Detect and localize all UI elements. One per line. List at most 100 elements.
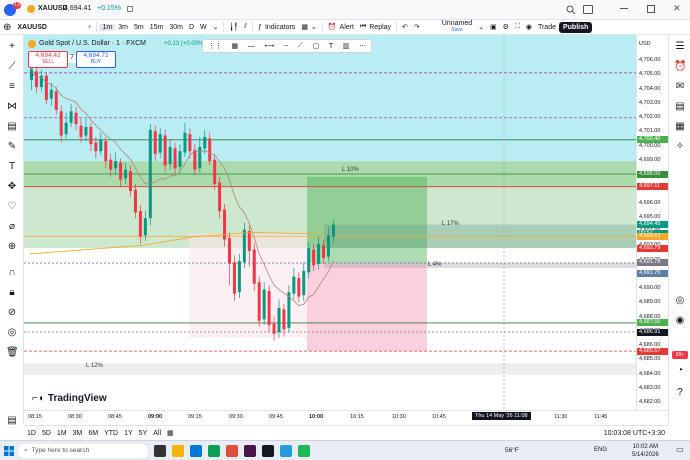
templates-dropdown-icon[interactable]: ⌄	[308, 23, 320, 31]
ideas-icon[interactable]: ✧	[674, 141, 686, 153]
minimize-icon[interactable]	[620, 8, 628, 9]
text-icon[interactable]: T	[6, 161, 18, 173]
eye-icon[interactable]: ◎	[6, 327, 18, 339]
chart-pane[interactable]: Gold Spot / U.S. Dollar · 1 · FXCM +0.13…	[24, 35, 636, 410]
tradingview-taskbar-icon[interactable]	[262, 444, 274, 457]
object-tree-icon[interactable]: ▤	[6, 415, 18, 427]
timeframe-dropdown-icon[interactable]: ⌄	[210, 23, 222, 31]
watchlist-icon[interactable]: ☰	[674, 41, 686, 53]
camera-icon[interactable]: ◉	[523, 23, 535, 31]
window-icon[interactable]	[583, 5, 593, 14]
replay-button[interactable]: Replay	[366, 24, 394, 31]
taskbar-clock[interactable]: 10:02 AM 5/14/2026	[632, 443, 659, 459]
chat-icon[interactable]: ✉	[674, 81, 686, 93]
lock-icon[interactable]: 🔒︎	[6, 287, 18, 299]
collapse-legend-icon[interactable]: ⌄	[30, 71, 35, 78]
range-1y[interactable]: 1Y	[121, 430, 136, 437]
undo-icon[interactable]: ↶	[399, 23, 411, 31]
notification-center-icon[interactable]: ▭	[676, 445, 686, 456]
goto-date-icon[interactable]: ▦	[164, 429, 177, 437]
publish-button[interactable]: Publish	[558, 21, 593, 33]
chart-title[interactable]: Gold Spot / U.S. Dollar · 1 · FXCM	[39, 40, 146, 47]
taskbar-search[interactable]: ⌕ Type here to search	[18, 443, 148, 458]
rect-select-icon[interactable]: ▢	[313, 42, 320, 50]
compare-icon[interactable]: ⫽	[241, 23, 250, 31]
search-icon[interactable]	[565, 4, 577, 15]
help-icon[interactable]: ?	[674, 387, 686, 399]
target-icon[interactable]: ◎	[674, 295, 686, 307]
time-axis[interactable]: 08:15 08:30 08:45 09:00 09:15 09:30 09:45 10:00…	[24, 410, 668, 425]
trade-button[interactable]: Trade	[535, 24, 559, 31]
trendline-icon[interactable]: ⟋	[6, 61, 18, 73]
windows-start-icon[interactable]	[4, 446, 14, 456]
candles-icon[interactable]: ╽╿	[226, 23, 240, 31]
session-clock[interactable]: 10:03:08 UTC+3:30	[601, 430, 668, 437]
hotlist-icon[interactable]: ◉	[674, 315, 686, 327]
template-icon[interactable]: ▦	[231, 42, 238, 50]
range-3m[interactable]: 3M	[70, 430, 86, 437]
range-1d[interactable]: 1D	[24, 430, 39, 437]
app-icon-3[interactable]	[298, 444, 310, 457]
arrow-line-icon[interactable]: ⟷	[264, 42, 274, 50]
fib-icon[interactable]: ≡	[6, 81, 18, 93]
range-all[interactable]: All	[150, 430, 164, 437]
line-tool-icon[interactable]: —	[248, 43, 255, 50]
trash-icon[interactable]: 🗑︎	[6, 347, 19, 359]
layout-dropdown-icon[interactable]: ⌄	[475, 23, 487, 31]
settings-icon[interactable]: ⚙	[500, 23, 512, 31]
magnet-icon[interactable]: ∩	[6, 267, 18, 279]
weather-temp[interactable]: 56°F	[505, 447, 519, 454]
patterns-icon[interactable]: ✥	[6, 181, 18, 193]
calendar-icon[interactable]: ▦	[674, 121, 686, 133]
language-indicator[interactable]: ENG	[594, 447, 607, 453]
sell-button[interactable]: 4,694.42 SELL	[28, 51, 68, 68]
app-icon[interactable]	[226, 444, 238, 457]
news-icon[interactable]: ▤	[674, 101, 686, 113]
range-5d[interactable]: 5D	[39, 430, 54, 437]
price-axis[interactable]: USD 4,706.00 4,705.00 4,704.00 4,703.00 4,70…	[636, 35, 668, 410]
layout-grid-icon[interactable]: ▣	[487, 23, 500, 31]
ruler-icon[interactable]: ⌀	[6, 221, 18, 233]
heart-icon[interactable]: ♡	[6, 201, 18, 213]
text-icon[interactable]: T	[329, 43, 333, 50]
timeframe-3m[interactable]: 3m	[115, 24, 131, 31]
price-chart[interactable]	[24, 35, 636, 410]
layout-icon[interactable]: ▥	[343, 42, 350, 50]
file-explorer-icon[interactable]	[172, 444, 184, 457]
range-1m[interactable]: 1M	[54, 430, 70, 437]
symbol-search[interactable]: XAUUSD	[14, 24, 84, 31]
timeframe-30m[interactable]: 30m	[166, 24, 186, 31]
maximize-icon[interactable]	[647, 5, 655, 13]
indicators-button[interactable]: Indicators	[262, 24, 298, 31]
lock-drawings-icon[interactable]: ⊘	[6, 307, 18, 319]
chrome-icon[interactable]	[208, 444, 220, 457]
line-style-icon[interactable]: ┄	[284, 42, 288, 50]
zoom-in-icon[interactable]: ⊕	[6, 241, 18, 253]
menu-icon[interactable]: ⊕	[0, 22, 14, 33]
timeframe-15m[interactable]: 15m	[147, 24, 167, 31]
task-view-icon[interactable]	[154, 444, 166, 457]
projection-icon[interactable]: ▤	[6, 121, 18, 133]
telegram-icon[interactable]	[280, 444, 292, 457]
brush-icon[interactable]: ✎	[6, 141, 18, 153]
redo-icon[interactable]: ↷	[411, 23, 423, 31]
fullscreen-icon[interactable]: ⛶	[512, 23, 523, 31]
range-ytd[interactable]: YTD	[101, 430, 121, 437]
buy-button[interactable]: 4,694.72 BUY	[76, 51, 116, 68]
diagonal-line-icon[interactable]: ⟋	[298, 42, 303, 50]
range-6m[interactable]: 6M	[85, 430, 101, 437]
pattern-icon[interactable]: ⋈	[6, 101, 18, 113]
edge-icon[interactable]	[190, 444, 202, 457]
popout-icon[interactable]	[127, 6, 133, 12]
app-icon-2[interactable]	[244, 444, 256, 457]
close-icon[interactable]: ✕	[673, 3, 681, 14]
layout-name[interactable]: Unnamed Save	[439, 20, 475, 34]
timeframe-d[interactable]: D	[186, 24, 197, 31]
timeframe-5m[interactable]: 5m	[131, 24, 147, 31]
alerts-icon[interactable]: ⏰	[674, 61, 686, 73]
currency-label[interactable]: USD	[639, 41, 651, 47]
alert-button[interactable]: Alert	[337, 24, 357, 31]
add-symbol-icon[interactable]: +	[84, 24, 94, 31]
crosshair-icon[interactable]: +	[6, 41, 18, 53]
drag-handle-icon[interactable]: ⋮⋮	[208, 42, 222, 50]
